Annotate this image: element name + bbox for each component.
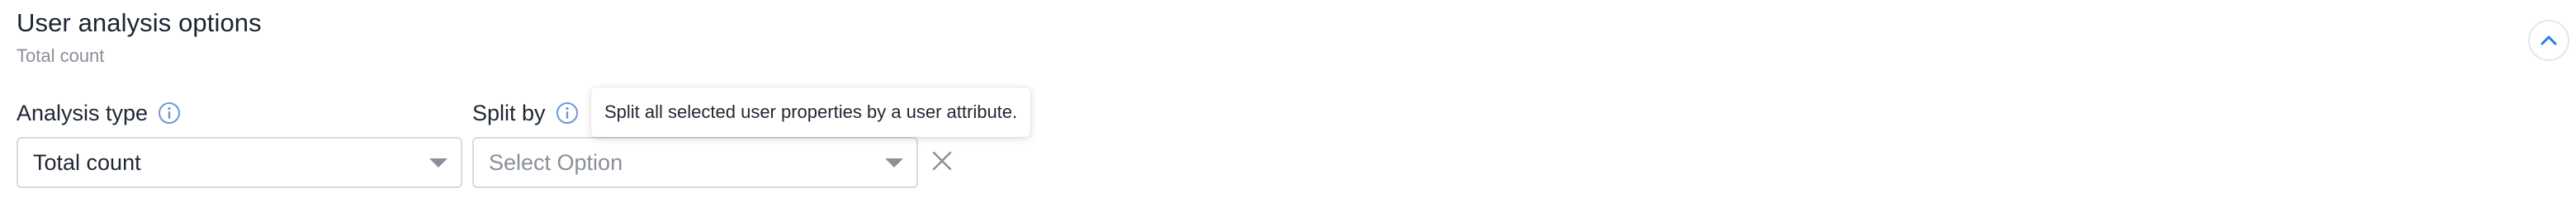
info-icon[interactable] bbox=[158, 101, 181, 125]
section-subtitle: Total count bbox=[17, 45, 105, 66]
close-icon bbox=[931, 150, 953, 176]
split-by-label: Split by bbox=[472, 101, 546, 125]
analysis-type-label: Analysis type bbox=[17, 101, 149, 125]
split-by-tooltip: Split all selected user properties by a … bbox=[591, 87, 1031, 137]
split-by-label-row: Split by bbox=[472, 99, 579, 127]
collapse-button[interactable] bbox=[2528, 20, 2569, 61]
caret-down-icon bbox=[885, 158, 903, 167]
caret-down-icon bbox=[429, 158, 447, 167]
analysis-type-label-row: Analysis type bbox=[17, 99, 181, 127]
user-analysis-options-panel: User analysis options Total count Analys… bbox=[0, 0, 2576, 198]
section-title: User analysis options bbox=[17, 8, 262, 37]
analysis-type-select[interactable]: Total count bbox=[17, 137, 462, 188]
analysis-type-value: Total count bbox=[33, 150, 141, 175]
info-icon[interactable] bbox=[556, 101, 579, 125]
split-by-select[interactable]: Select Option bbox=[472, 137, 918, 188]
clear-split-by-button[interactable] bbox=[930, 150, 954, 175]
chevron-up-icon bbox=[2540, 35, 2558, 46]
split-by-placeholder: Select Option bbox=[489, 150, 623, 175]
